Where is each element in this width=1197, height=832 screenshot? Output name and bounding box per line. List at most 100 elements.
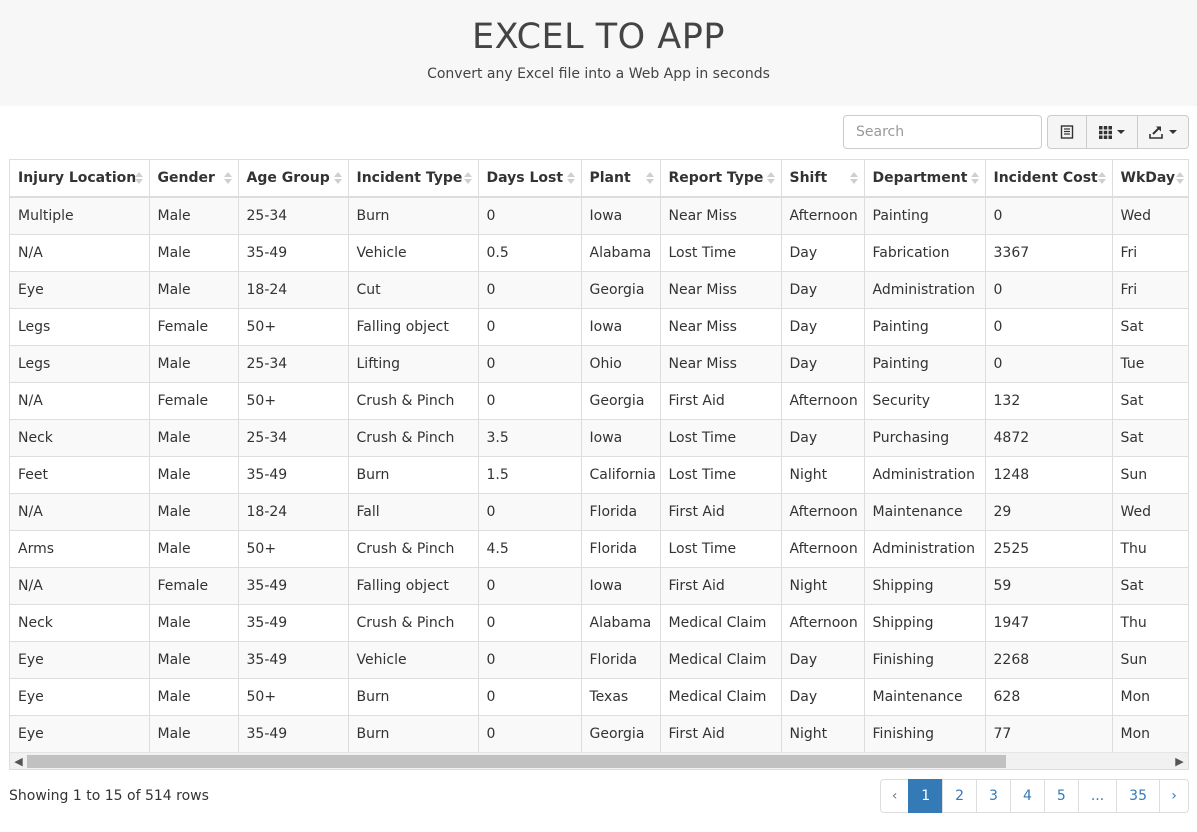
table-row[interactable]: N/A Female 35-49 Falling object 0 Iowa First A…	[10, 566, 1188, 604]
column-header-gender[interactable]: Gender	[149, 160, 239, 198]
pagination-status: Showing 1 to 15 of 514 rows	[9, 788, 209, 804]
table-cell: Ohio	[581, 344, 661, 382]
chevron-down-icon	[1117, 130, 1125, 134]
column-header-days-lost[interactable]: Days Lost	[478, 160, 582, 198]
column-header-incident-cost[interactable]: Incident Cost	[985, 160, 1113, 198]
table-cell: Burn	[348, 714, 479, 752]
page-prev-button[interactable]: ‹	[880, 779, 910, 813]
table-cell: Texas	[581, 677, 661, 715]
page-3-button[interactable]: 3	[976, 779, 1011, 813]
table-cell: Medical Claim	[660, 640, 782, 678]
page-header: EXCEL TO APP Convert any Excel file into…	[0, 0, 1197, 106]
table-cell: 35-49	[238, 455, 349, 493]
table-cell: Thu	[1112, 603, 1188, 641]
table-row[interactable]: Eye Male 18-24 Cut 0 Georgia Near Miss Day Admin…	[10, 270, 1188, 308]
column-header-department[interactable]: Department	[864, 160, 986, 198]
table-cell: 35-49	[238, 233, 349, 271]
table-cell: 29	[985, 492, 1113, 530]
table-cell: 0	[985, 344, 1113, 382]
table-cell: Day	[781, 677, 865, 715]
table-cell: Afternoon	[781, 492, 865, 530]
table-cell: Male	[149, 603, 239, 641]
table-cell: 1.5	[478, 455, 582, 493]
table-row[interactable]: N/A Female 50+ Crush & Pinch 0 Georgia First A…	[10, 381, 1188, 419]
table-cell: Falling object	[348, 566, 479, 604]
table-cell: 0	[478, 677, 582, 715]
table-cell: First Aid	[660, 381, 782, 419]
table-cell: Crush & Pinch	[348, 529, 479, 567]
column-header-plant[interactable]: Plant	[581, 160, 661, 198]
table-row[interactable]: Arms Male 50+ Crush & Pinch 4.5 Florida Lost T…	[10, 529, 1188, 567]
column-header-report-type[interactable]: Report Type	[660, 160, 782, 198]
table-cell: Night	[781, 566, 865, 604]
table-cell: 3367	[985, 233, 1113, 271]
table-cell: Shipping	[864, 603, 986, 641]
table-cell: 0	[478, 344, 582, 382]
columns-button[interactable]	[1086, 115, 1138, 149]
table-cell: California	[581, 455, 661, 493]
pagination: ‹ 1 2 3 4 5... 35 ›	[880, 779, 1189, 813]
table-row[interactable]: Multiple Male 25-34 Burn 0 Iowa Near Miss After…	[10, 196, 1188, 234]
table-cell: Crush & Pinch	[348, 418, 479, 456]
table-cell: Male	[149, 455, 239, 493]
page-4-button[interactable]: 4	[1009, 779, 1045, 813]
table-cell: Male	[149, 714, 239, 752]
page-ellipsis[interactable]: ...	[1077, 779, 1118, 813]
toggle-view-button[interactable]	[1047, 115, 1087, 149]
horizontal-scrollbar[interactable]: ◀ ▶	[10, 752, 1188, 769]
column-header-shift[interactable]: Shift	[781, 160, 865, 198]
column-header-incident-type[interactable]: Incident Type	[348, 160, 479, 198]
table-cell: 50+	[238, 529, 349, 567]
table-cell: 4872	[985, 418, 1113, 456]
table-cell: Night	[781, 455, 865, 493]
table-cell: Finishing	[864, 714, 986, 752]
column-header-age-group[interactable]: Age Group	[238, 160, 349, 198]
sort-icon	[463, 172, 472, 184]
column-header-injury-location[interactable]: Injury Location	[10, 160, 150, 198]
table-cell: Iowa	[581, 307, 661, 345]
table-cell: Burn	[348, 455, 479, 493]
page-1-button[interactable]: 1	[908, 779, 944, 813]
table-cell: Neck	[10, 603, 150, 641]
page-35-button[interactable]: 35	[1116, 779, 1160, 813]
table-row[interactable]: N/A Male 18-24 Fall 0 Florida First Aid Afterno…	[10, 492, 1188, 530]
table-cell: Multiple	[10, 196, 150, 234]
table-row[interactable]: Legs Female 50+ Falling object 0 Iowa Near Mis…	[10, 307, 1188, 345]
page-2-button[interactable]: 2	[942, 779, 978, 813]
table-row[interactable]: Eye Male 50+ Burn 0 Texas Medical Claim Day Main…	[10, 677, 1188, 715]
search-input[interactable]	[843, 115, 1042, 149]
page-5-button[interactable]: 5	[1043, 779, 1079, 813]
table-cell: Sun	[1112, 455, 1188, 493]
table-row[interactable]: Neck Male 35-49 Crush & Pinch 0 Alabama Medica…	[10, 603, 1188, 641]
sort-icon	[970, 172, 979, 184]
table-cell: Sat	[1112, 381, 1188, 419]
table-row[interactable]: Eye Male 35-49 Burn 0 Georgia First Aid Night Fi…	[10, 714, 1188, 752]
table-body: Multiple Male 25-34 Burn 0 Iowa Near Miss After…	[10, 196, 1188, 752]
scroll-right-icon[interactable]: ▶	[1171, 753, 1188, 769]
scrollbar-thumb[interactable]	[27, 755, 1006, 768]
table-cell: Florida	[581, 529, 661, 567]
table-cell: N/A	[10, 381, 150, 419]
table-cell: Burn	[348, 196, 479, 234]
table-cell: Male	[149, 233, 239, 271]
scroll-left-icon[interactable]: ◀	[10, 753, 27, 769]
table-cell: Mon	[1112, 714, 1188, 752]
table-cell: 4.5	[478, 529, 582, 567]
table-cell: 0	[478, 270, 582, 308]
column-header-wkday[interactable]: WkDay	[1112, 160, 1188, 198]
export-icon	[1149, 126, 1163, 139]
table-cell: Male	[149, 492, 239, 530]
table-row[interactable]: Neck Male 25-34 Crush & Pinch 3.5 Iowa Lost Ti…	[10, 418, 1188, 456]
table-row[interactable]: Legs Male 25-34 Lifting 0 Ohio Near Miss Day Pai…	[10, 344, 1188, 382]
sort-icon	[645, 172, 654, 184]
page-next-button[interactable]: ›	[1159, 779, 1189, 813]
table-cell: Iowa	[581, 566, 661, 604]
table-row[interactable]: Feet Male 35-49 Burn 1.5 California Lost Time N…	[10, 455, 1188, 493]
page-subtitle: Convert any Excel file into a Web App in…	[427, 66, 770, 82]
table-cell: 25-34	[238, 196, 349, 234]
export-button[interactable]	[1137, 115, 1189, 149]
table-row[interactable]: N/A Male 35-49 Vehicle 0.5 Alabama Lost Time Da…	[10, 233, 1188, 271]
table-header-row: Injury Location Gender Age Group Inciden…	[10, 160, 1188, 198]
table-row[interactable]: Eye Male 35-49 Vehicle 0 Florida Medical Claim…	[10, 640, 1188, 678]
table-cell: Finishing	[864, 640, 986, 678]
